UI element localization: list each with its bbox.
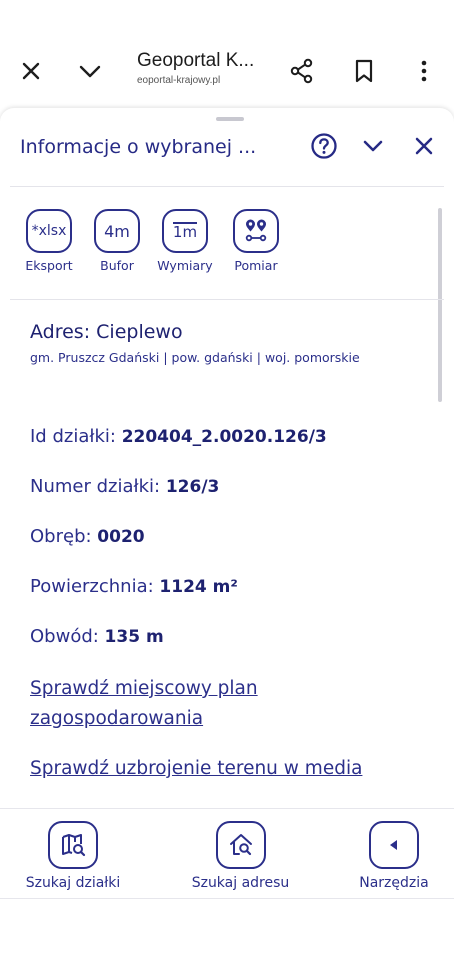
field-obreb: Obręb: 0020: [30, 526, 145, 547]
map-search-icon: [48, 821, 98, 869]
field-id-label: Id działki:: [30, 426, 122, 447]
page-title: Geoportal K...: [137, 50, 255, 71]
more-vert-icon[interactable]: [404, 51, 444, 91]
field-numer-label: Numer działki:: [30, 476, 166, 497]
drag-handle[interactable]: [216, 117, 244, 121]
field-powierzchnia-label: Powierzchnia:: [30, 576, 160, 597]
tools-label: Narzędzia: [359, 875, 429, 891]
measure-icon: [233, 209, 279, 253]
field-obwod-label: Obwód:: [30, 626, 105, 647]
field-id-value: 220404_2.0020.126/3: [121, 427, 327, 447]
bottom-divider: [0, 898, 454, 899]
dimensions-icon: 1m: [162, 209, 208, 253]
address-title: Adres: Cieplewo: [30, 321, 183, 343]
measure-tool[interactable]: Pomiar: [224, 209, 288, 273]
field-numer-value: 126/3: [165, 477, 220, 497]
share-icon[interactable]: [282, 51, 322, 91]
buffer-icon-text: 4m: [104, 221, 130, 241]
search-address-button[interactable]: Szukaj adresu: [183, 821, 298, 891]
buffer-label: Bufor: [100, 258, 134, 273]
tab-title-block[interactable]: Geoportal K... eoportal-krajowy.pl: [137, 50, 277, 86]
help-icon[interactable]: [308, 130, 340, 162]
chevron-down-icon[interactable]: [70, 51, 110, 91]
close-icon[interactable]: [11, 51, 51, 91]
field-powierzchnia: Powierzchnia: 1124 m²: [30, 576, 238, 597]
field-obwod-value: 135 m: [104, 627, 164, 647]
field-powierzchnia-value: 1124 m²: [159, 577, 238, 597]
scrollbar[interactable]: [438, 208, 442, 402]
collapse-chevron-icon[interactable]: [357, 130, 389, 162]
browser-toolbar: Geoportal K... eoportal-krajowy.pl: [0, 36, 454, 106]
search-address-label: Szukaj adresu: [191, 875, 290, 891]
dimensions-tool[interactable]: 1m Wymiary: [153, 209, 217, 273]
export-xlsx-icon: *xlsx: [26, 209, 72, 253]
panel-title: Informacje o wybranej ...: [20, 136, 257, 158]
field-obreb-label: Obręb:: [30, 526, 98, 547]
tools-divider: [10, 299, 444, 300]
export-tool[interactable]: *xlsx Eksport: [17, 209, 81, 273]
page-url: eoportal-krajowy.pl: [137, 75, 221, 86]
info-panel: Informacje o wybranej ... *xlsx Eksport …: [0, 108, 454, 808]
field-numer: Numer działki: 126/3: [30, 476, 219, 497]
buffer-tool[interactable]: 4m Bufor: [85, 209, 149, 273]
field-id: Id działki: 220404_2.0020.126/3: [30, 426, 327, 447]
field-obreb-value: 0020: [97, 527, 145, 547]
header-divider: [10, 186, 444, 187]
export-label: Eksport: [25, 258, 73, 273]
utilities-link[interactable]: Sprawdź uzbrojenie terenu w media: [30, 754, 430, 784]
tools-button[interactable]: Narzędzia: [350, 821, 438, 891]
home-search-icon: [215, 821, 266, 869]
measure-label: Pomiar: [234, 258, 278, 273]
buffer-icon: 4m: [94, 209, 140, 253]
close-panel-icon[interactable]: [408, 130, 440, 162]
dimensions-icon-text: 1m: [172, 222, 198, 241]
search-plot-button[interactable]: Szukaj działki: [18, 821, 128, 891]
export-icon-text: *xlsx: [31, 223, 67, 239]
address-subtitle: gm. Pruszcz Gdański | pow. gdański | woj…: [30, 350, 360, 365]
bottom-nav: Szukaj działki Szukaj adresu Narzędzia: [0, 808, 454, 901]
arrow-left-icon: [369, 821, 419, 869]
dimensions-label: Wymiary: [157, 258, 213, 273]
field-obwod: Obwód: 135 m: [30, 626, 164, 647]
bookmark-icon[interactable]: [344, 51, 384, 91]
search-plot-label: Szukaj działki: [25, 875, 121, 891]
zoning-plan-link[interactable]: Sprawdź miejscowy plan zagospodarowania: [30, 674, 320, 734]
